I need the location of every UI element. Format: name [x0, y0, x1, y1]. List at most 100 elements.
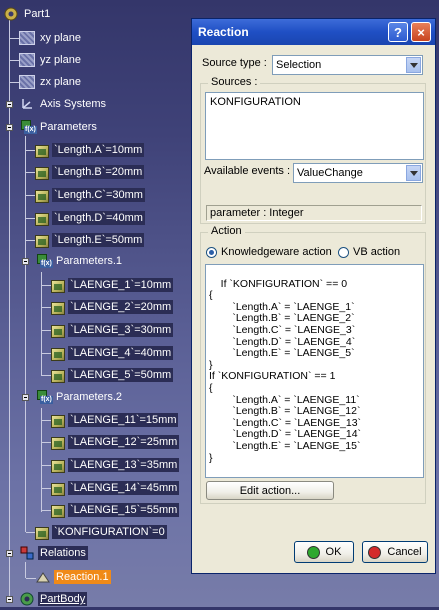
tree-node-laenge-5[interactable]: `LAENGE_5`=50mm [51, 365, 174, 385]
parameter-icon [51, 482, 65, 496]
sources-list[interactable]: KONFIGURATION [205, 92, 424, 160]
available-events-value: ValueChange [297, 167, 363, 179]
parameter-icon [51, 504, 65, 518]
tree-label: `LAENGE_4`=40mm [68, 346, 174, 360]
tree-node-length-c[interactable]: `Length.C`=30mm [35, 185, 145, 205]
ok-dot-icon [306, 545, 320, 559]
tree-label: `LAENGE_11`=15mm [68, 413, 179, 427]
reaction-icon [35, 569, 51, 585]
plane-icon [19, 31, 35, 45]
cancel-button[interactable]: Cancel [362, 541, 428, 563]
ok-label: OK [325, 546, 342, 558]
edit-action-button[interactable]: Edit action... [206, 481, 334, 500]
relations-icon [19, 545, 35, 561]
parameter-icon [35, 144, 49, 158]
tree-node-length-a[interactable]: `Length.A`=10mm [35, 140, 145, 160]
parameter-type-status: parameter : Integer [206, 205, 422, 221]
tree-node-laenge-1[interactable]: `LAENGE_1`=10mm [51, 275, 174, 295]
tree-node-laenge-4[interactable]: `LAENGE_4`=40mm [51, 343, 174, 363]
help-icon: ? [394, 24, 402, 40]
tree-node-partbody[interactable]: PartBody [19, 589, 88, 609]
action-label: Action [208, 225, 245, 237]
action-code-editor[interactable]: If `KONFIGURATION` == 0 { `Length.A` = `… [205, 264, 424, 478]
sources-item[interactable]: KONFIGURATION [210, 96, 301, 108]
tree-label: Relations [38, 546, 88, 560]
chevron-down-icon[interactable] [406, 57, 421, 73]
tree-node-length-e[interactable]: `Length.E`=50mm [35, 230, 145, 250]
expand-toggle[interactable] [6, 596, 13, 603]
tree-node-laenge-12[interactable]: `LAENGE_12`=25mm [51, 432, 180, 452]
tree-node-laenge-14[interactable]: `LAENGE_14`=45mm [51, 478, 180, 498]
parameter-icon [35, 234, 49, 248]
radio-selected-icon[interactable] [206, 246, 217, 258]
dialog-title: Reaction [198, 25, 249, 39]
tree-node-reaction[interactable]: Reaction.1 [35, 567, 111, 587]
tree-label: PartBody [38, 592, 88, 606]
tree-node-laenge-11[interactable]: `LAENGE_11`=15mm [51, 410, 179, 430]
help-button[interactable]: ? [388, 22, 408, 42]
parameter-set-icon [35, 254, 53, 268]
collapse-toggle[interactable] [6, 124, 13, 131]
expand-toggle[interactable] [6, 101, 13, 108]
parameter-icon [35, 212, 49, 226]
collapse-toggle[interactable] [22, 258, 29, 265]
tree-node-xy-plane[interactable]: xy plane [19, 28, 83, 48]
tree-label: `KONFIGURATION`=0 [52, 525, 167, 539]
ok-button[interactable]: OK [294, 541, 354, 563]
tree-label: `LAENGE_1`=10mm [68, 278, 174, 292]
tree-label: `LAENGE_12`=25mm [68, 435, 180, 449]
tree-node-axis-systems[interactable]: Axis Systems [19, 94, 108, 114]
parameter-icon [51, 369, 65, 383]
tree-node-length-b[interactable]: `Length.B`=20mm [35, 162, 145, 182]
plane-icon [19, 53, 35, 67]
tree-node-laenge-2[interactable]: `LAENGE_2`=20mm [51, 297, 174, 317]
tree-node-laenge-13[interactable]: `LAENGE_13`=35mm [51, 455, 180, 475]
available-events-select[interactable]: ValueChange [293, 163, 423, 183]
parameter-icon [51, 279, 65, 293]
tree-label: zx plane [40, 76, 81, 88]
tree-label: Axis Systems [40, 98, 107, 110]
parameter-icon [51, 459, 65, 473]
cancel-dot-icon [368, 545, 382, 559]
tree-label: `Length.A`=10mm [52, 143, 145, 157]
tree-node-part[interactable]: Part1 [3, 4, 52, 24]
parameter-icon [51, 414, 65, 428]
tree-node-parameters-1[interactable]: Parameters.1 [35, 251, 124, 271]
tree-node-konfiguration[interactable]: `KONFIGURATION`=0 [35, 522, 167, 542]
tree-node-relations[interactable]: Relations [19, 543, 88, 563]
collapse-toggle[interactable] [22, 394, 29, 401]
tree-label: `LAENGE_13`=35mm [68, 458, 180, 472]
collapse-toggle[interactable] [6, 550, 13, 557]
radio-vb[interactable]: VB action [338, 246, 400, 258]
tree-node-parameters-2[interactable]: Parameters.2 [35, 387, 124, 407]
available-events-label: Available events : [204, 165, 291, 177]
source-type-value: Selection [276, 59, 322, 71]
chevron-down-icon[interactable] [406, 165, 421, 181]
part-gear-icon [3, 6, 19, 22]
tree-node-laenge-15[interactable]: `LAENGE_15`=55mm [51, 500, 180, 520]
reaction-dialog: Reaction ? × Source type : Selection Sou… [191, 18, 436, 574]
tree-node-parameters[interactable]: Parameters [19, 117, 99, 137]
close-icon: × [417, 24, 425, 40]
close-button[interactable]: × [411, 22, 431, 42]
plane-icon [19, 75, 35, 89]
tree-label: Reaction.1 [54, 570, 111, 584]
source-type-select[interactable]: Selection [272, 55, 423, 75]
tree-node-length-d[interactable]: `Length.D`=40mm [35, 208, 145, 228]
parameter-icon [35, 189, 49, 203]
specification-tree: Part1 xy plane yz plane zx plane Axis Sy… [0, 0, 190, 607]
radio-unselected-icon[interactable] [338, 246, 349, 258]
radio-knowledgeware[interactable]: Knowledgeware action [206, 246, 332, 258]
parameter-icon [51, 324, 65, 338]
edit-action-label: Edit action... [239, 484, 301, 497]
radio-vb-label: VB action [353, 246, 401, 258]
parameter-icon [35, 166, 49, 180]
tree-label: xy plane [40, 32, 81, 44]
tree-node-laenge-3[interactable]: `LAENGE_3`=30mm [51, 320, 174, 340]
tree-label: `LAENGE_15`=55mm [68, 503, 180, 517]
tree-node-yz-plane[interactable]: yz plane [19, 50, 83, 70]
parameter-set-icon [19, 120, 37, 134]
source-type-row: Source type : [202, 57, 267, 69]
cancel-label: Cancel [387, 546, 422, 558]
tree-node-zx-plane[interactable]: zx plane [19, 72, 83, 92]
